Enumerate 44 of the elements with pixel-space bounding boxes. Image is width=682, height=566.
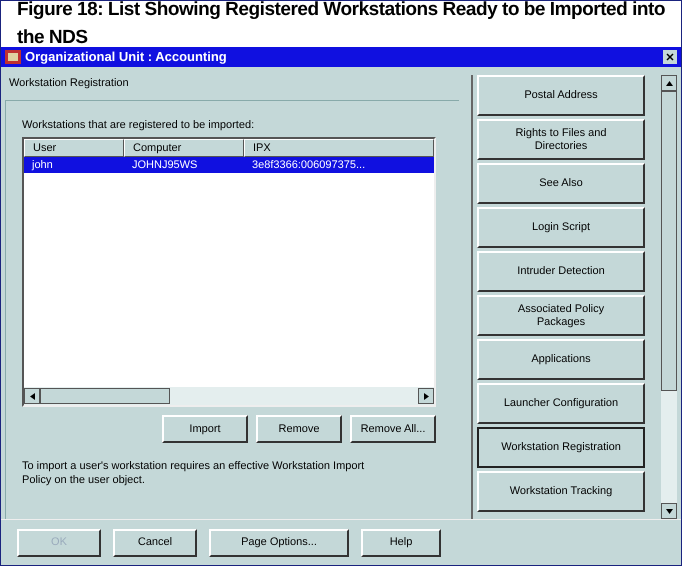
right-arrow-icon — [424, 392, 428, 400]
list-row[interactable]: john JOHNJ95WS 3e8f3366:006097375... — [24, 157, 434, 173]
list-cell-text: 3e8f3366:006097375... — [251, 158, 366, 173]
window-title: Organizational Unit : Accounting — [25, 48, 228, 66]
group-title: Workstation Registration — [9, 76, 130, 91]
page-tab[interactable]: Workstation Tracking — [477, 471, 645, 512]
list-action-button[interactable]: Remove All... — [350, 415, 436, 443]
list-label: Workstations that are registered to be imported: — [22, 118, 256, 132]
column-header[interactable]: User — [24, 139, 124, 157]
list-cell-text: john — [30, 158, 54, 173]
list-cell-text: JOHNJ95WS — [131, 158, 198, 173]
vertical-scrollbar[interactable] — [661, 75, 677, 519]
scroll-right-button[interactable] — [418, 388, 434, 404]
page-tab[interactable]: Login Script — [477, 207, 645, 248]
column-header[interactable]: IPX — [244, 139, 434, 157]
down-arrow-icon — [666, 508, 672, 514]
page-tab[interactable]: Launcher Configuration — [477, 383, 645, 424]
dialog-button[interactable]: Cancel — [113, 528, 197, 556]
scroll-thumb[interactable] — [661, 91, 677, 391]
page-tab[interactable]: Applications — [477, 339, 645, 380]
page-tab[interactable]: Associated Policy Packages — [477, 295, 645, 336]
page-tab[interactable]: See Also — [477, 163, 645, 204]
dialog-button[interactable]: Help — [361, 528, 441, 556]
app-icon — [5, 50, 21, 64]
close-button[interactable] — [663, 50, 677, 64]
column-header[interactable]: Computer — [124, 139, 244, 157]
page-tab[interactable]: Rights to Files and Directories — [477, 119, 645, 160]
note-text: To import a user's workstation requires an effective Workstation Import Policy on the user object. — [22, 459, 366, 487]
workstation-list[interactable]: User Computer IPX john JOHNJ95WS 3e8f3366:006097375... — [22, 137, 436, 407]
page-tab[interactable]: Workstation Registration — [477, 427, 645, 468]
scroll-up-button[interactable] — [661, 75, 677, 91]
scroll-thumb[interactable] — [40, 388, 170, 404]
page-tab[interactable]: Intruder Detection — [477, 251, 645, 292]
up-arrow-icon — [666, 80, 672, 86]
list-action-button[interactable]: Remove — [256, 415, 342, 443]
close-icon — [666, 53, 674, 61]
horizontal-scrollbar[interactable] — [24, 387, 434, 405]
figure-caption: Figure 18: List Showing Registered Workstations Ready to be Imported into the NDS — [17, 0, 665, 50]
list-action-button[interactable]: Import — [162, 415, 248, 443]
dialog-button[interactable]: Page Options... — [209, 528, 349, 556]
left-arrow-icon — [30, 392, 34, 400]
page-tab[interactable]: Postal Address — [477, 75, 645, 116]
scroll-down-button[interactable] — [661, 503, 677, 519]
scroll-left-button[interactable] — [24, 388, 40, 404]
